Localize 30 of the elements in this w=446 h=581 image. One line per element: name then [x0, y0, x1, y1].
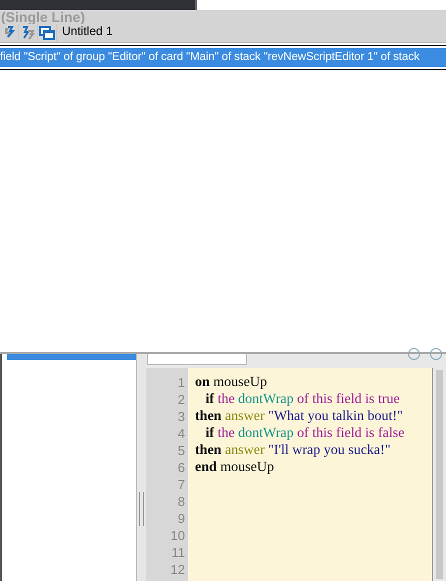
line-number: 4 [178, 425, 185, 442]
line-number: 8 [178, 493, 185, 510]
line-number: 6 [178, 459, 185, 476]
field-caption: (Single Line) [1, 10, 85, 24]
object-path: field "Script" of group "Editor" of card "Main" of stack "revNewScriptEditor 1" of stack [0, 48, 446, 67]
code-line: then answer "I'll wrap you sucka!" [195, 442, 392, 459]
line-number: 3 [178, 408, 185, 425]
splitter-grip[interactable] [139, 492, 144, 526]
code-line: if the dontWrap of this field is true [204, 391, 401, 408]
stack-name: Untitled 1 [61, 24, 113, 38]
line-number: 1 [178, 374, 185, 391]
code-line: if the dontWrap of this field is false [204, 425, 406, 442]
code-line: then answer "What you talkin bout!" [195, 408, 404, 425]
code-line: end mouseUp [195, 459, 275, 476]
line-number: 7 [178, 476, 185, 493]
script-editor[interactable]: on mouseUp if the dontWrap of this field is true then answer "What you talkin bout!" if the dontWrap of this field is false then answer "I'll wrap you sucka!" end mouseUp [188, 368, 432, 581]
line-number: 2 [178, 391, 185, 408]
line-number: 11 [172, 544, 185, 561]
round-button[interactable] [408, 348, 420, 360]
code-line: on mouseUp [195, 374, 268, 391]
line-number: 12 [170, 561, 185, 578]
scrollbar[interactable] [432, 368, 446, 581]
round-button[interactable] [430, 348, 442, 360]
window-icon[interactable] [39, 26, 55, 40]
lightning-icon[interactable] [2, 26, 16, 40]
editor-tab[interactable] [147, 354, 247, 365]
lightning-icon[interactable] [21, 26, 35, 40]
line-number: 9 [178, 510, 185, 527]
line-number: 10 [170, 527, 185, 544]
line-number: 5 [178, 442, 185, 459]
